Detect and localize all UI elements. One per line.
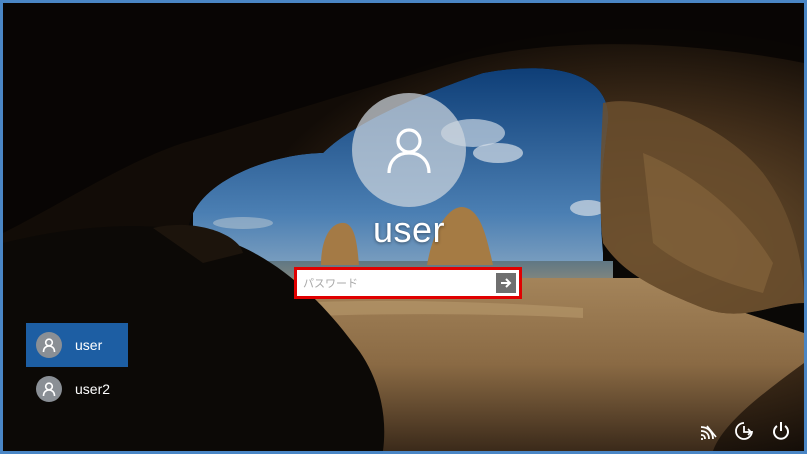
system-tray xyxy=(685,419,793,443)
submit-button[interactable] xyxy=(496,273,516,293)
password-box xyxy=(294,267,522,299)
user-switcher-item-user2[interactable]: user2 xyxy=(26,367,128,411)
user-switcher-item-user[interactable]: user xyxy=(26,323,128,367)
user-icon xyxy=(387,128,431,174)
power-icon[interactable] xyxy=(769,419,793,443)
current-username: user xyxy=(372,209,446,250)
user-switcher-label: user xyxy=(75,337,103,353)
network-icon[interactable] xyxy=(697,419,721,443)
user-switcher: user user2 xyxy=(26,323,128,411)
user-switcher-label: user2 xyxy=(75,381,111,397)
password-input[interactable] xyxy=(299,272,497,294)
arrow-right-icon xyxy=(501,278,512,288)
user-avatar xyxy=(352,93,466,207)
user-icon xyxy=(36,332,62,358)
user-icon xyxy=(36,376,62,402)
ease-of-access-icon[interactable] xyxy=(733,419,757,443)
login-screen: user user user2 xyxy=(0,0,807,454)
